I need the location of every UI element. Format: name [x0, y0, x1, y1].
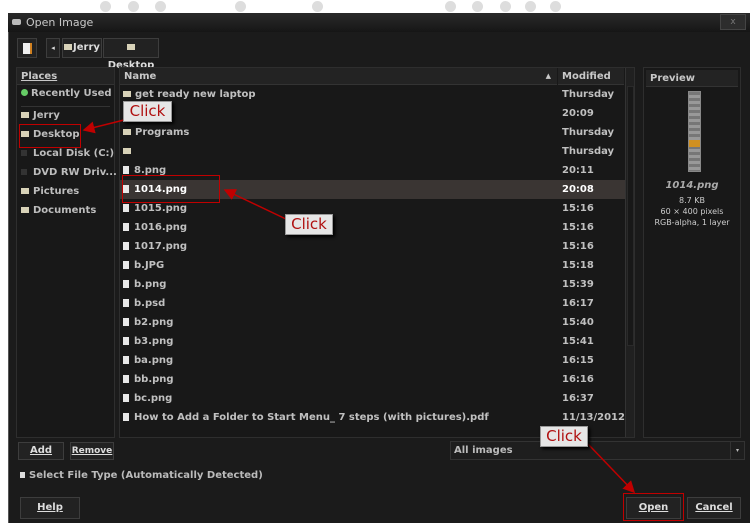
click-callout-desktop: Click — [123, 101, 172, 122]
arrow-to-open — [587, 443, 636, 494]
click-callout-open: Click — [540, 426, 588, 447]
arrow-to-desktop — [82, 119, 125, 134]
highlight-open — [623, 493, 684, 521]
highlight-desktop — [19, 124, 81, 148]
click-callout-file: Click — [285, 214, 333, 235]
highlight-file — [122, 175, 220, 203]
annotation-arrows — [82, 119, 636, 494]
arrow-to-file — [223, 189, 289, 221]
